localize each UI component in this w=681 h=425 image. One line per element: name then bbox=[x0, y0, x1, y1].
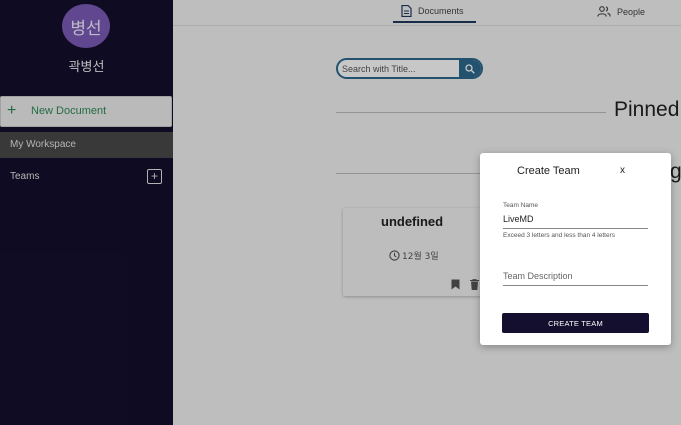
close-button[interactable]: x bbox=[620, 165, 625, 176]
create-team-button[interactable]: CREATE TEAM bbox=[502, 313, 649, 333]
team-name-input[interactable]: LiveMD bbox=[503, 214, 534, 224]
team-name-helper-text: Exceed 3 letters and less than 4 letters bbox=[503, 232, 616, 239]
team-description-underline bbox=[503, 285, 648, 286]
dialog-title: Create Team bbox=[517, 165, 580, 177]
team-description-input[interactable]: Team Description bbox=[503, 271, 573, 281]
team-name-label: Team Name bbox=[503, 202, 539, 209]
create-team-dialog: Create Team x Team Name LiveMD Exceed 3 … bbox=[480, 153, 671, 345]
team-name-underline bbox=[503, 228, 648, 229]
